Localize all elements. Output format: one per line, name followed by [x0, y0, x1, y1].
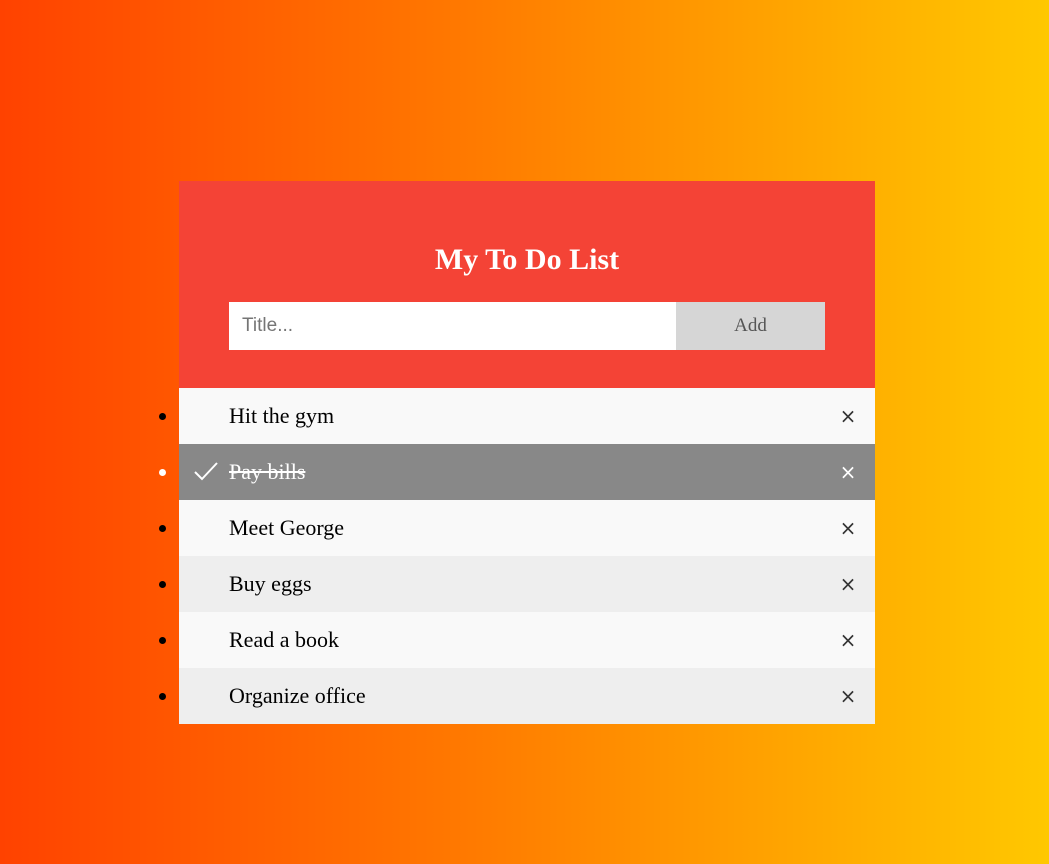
todo-item-label: Read a book	[229, 627, 339, 652]
close-icon[interactable]: ×	[821, 444, 875, 500]
todo-card: My To Do List Add Hit the gym × Pay bill…	[179, 181, 875, 724]
todo-item-label: Pay bills	[229, 459, 306, 484]
close-icon[interactable]: ×	[821, 388, 875, 444]
todo-item[interactable]: Buy eggs ×	[179, 556, 875, 612]
close-icon[interactable]: ×	[821, 556, 875, 612]
todo-item[interactable]: Organize office ×	[179, 668, 875, 724]
todo-item-checked[interactable]: Pay bills ×	[179, 444, 875, 500]
add-task-row: Add	[229, 302, 825, 350]
close-icon[interactable]: ×	[821, 668, 875, 724]
todo-item-label: Hit the gym	[229, 403, 335, 428]
task-title-input[interactable]	[229, 302, 676, 350]
todo-list: Hit the gym × Pay bills × Meet George × …	[179, 388, 875, 724]
checkmark-icon	[194, 462, 218, 481]
close-icon[interactable]: ×	[821, 612, 875, 668]
page-title: My To Do List	[434, 243, 620, 276]
todo-item[interactable]: Meet George ×	[179, 500, 875, 556]
todo-item-label: Buy eggs	[229, 571, 312, 596]
add-button[interactable]: Add	[676, 302, 825, 350]
todo-item-label: Meet George	[229, 515, 345, 540]
close-icon[interactable]: ×	[821, 500, 875, 556]
todo-header: My To Do List Add	[179, 181, 875, 388]
todo-item[interactable]: Hit the gym ×	[179, 388, 875, 444]
todo-item[interactable]: Read a book ×	[179, 612, 875, 668]
todo-item-label: Organize office	[229, 683, 366, 708]
